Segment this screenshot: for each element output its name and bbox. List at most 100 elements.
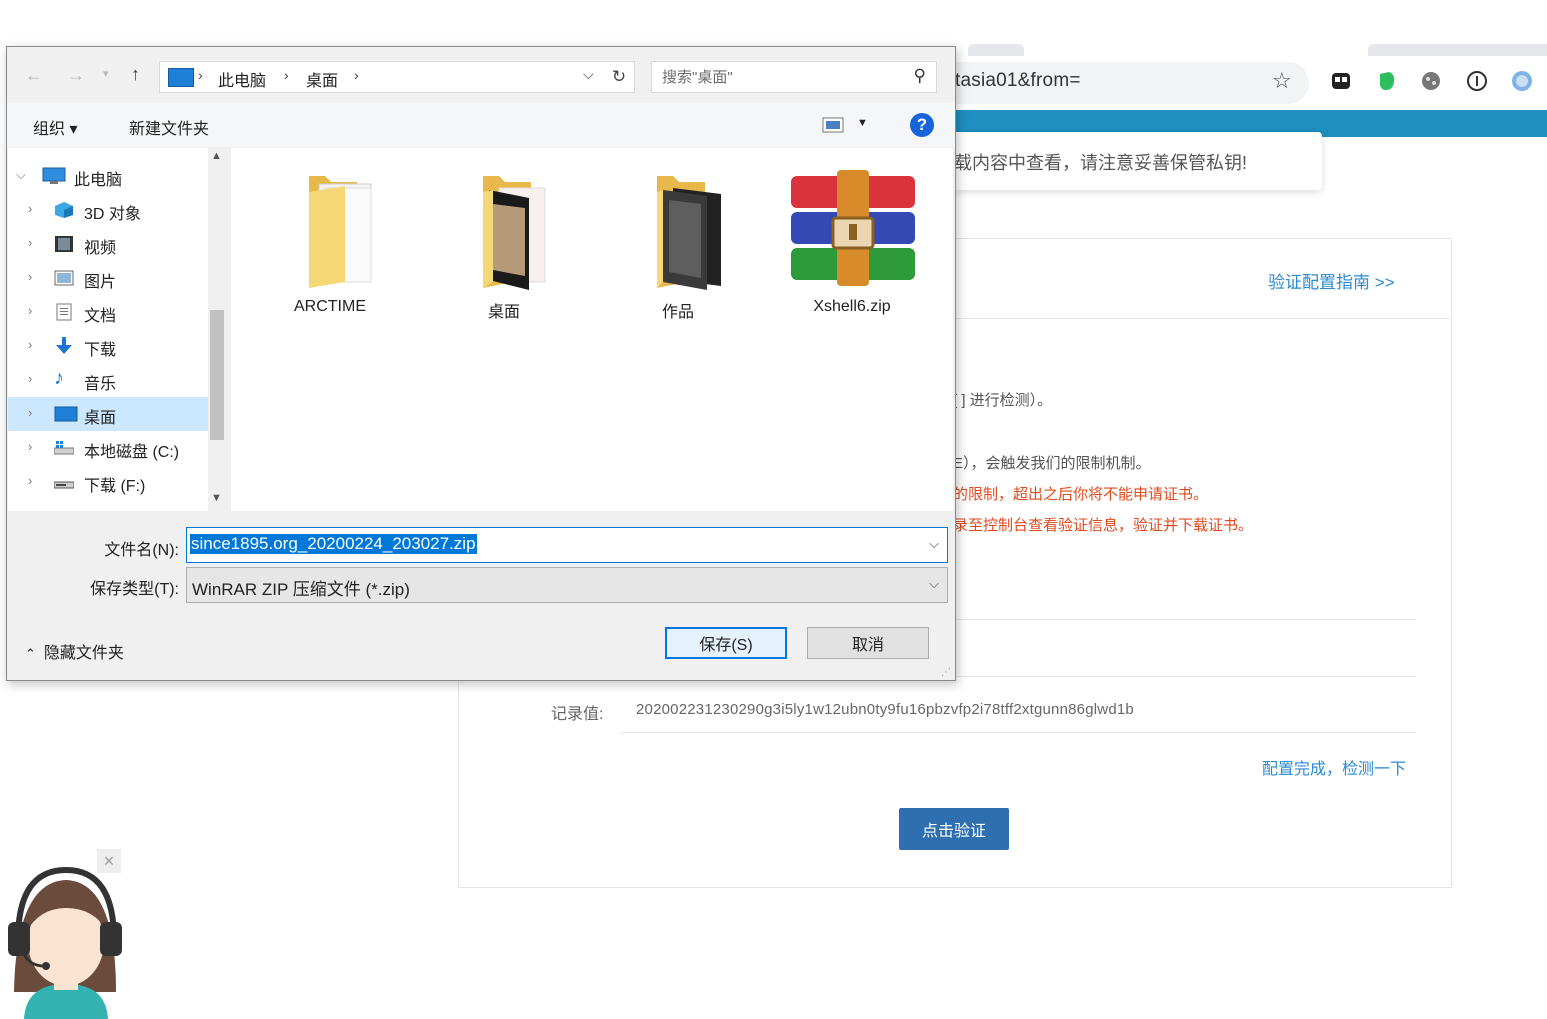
- config-done-check-link[interactable]: 配置完成，检测一下: [1262, 755, 1406, 779]
- tree-item-label: 音乐: [84, 376, 117, 393]
- file-item-xshell6-zip[interactable]: Xshell6.zip: [777, 162, 927, 315]
- forward-arrow-icon[interactable]: →: [67, 65, 85, 86]
- tree-item-label: 图片: [84, 274, 117, 291]
- drive-icon: [54, 481, 74, 489]
- browser-tab[interactable]: [968, 44, 1024, 56]
- tree-item-label: 桌面: [84, 410, 117, 427]
- tree-item-this-pc[interactable]: ⌵ 此电脑: [8, 159, 196, 193]
- extension-icon[interactable]: [1420, 70, 1442, 92]
- chevron-down-icon[interactable]: ⌵: [929, 576, 939, 592]
- computer-icon: [168, 68, 194, 87]
- file-item-desktop[interactable]: 桌面: [429, 162, 579, 321]
- tree-item-downloads[interactable]: › 下载: [8, 329, 208, 363]
- chevron-right-icon[interactable]: ›: [28, 473, 32, 488]
- tree-item-videos[interactable]: › 视频: [8, 227, 208, 261]
- tree-scrollbar[interactable]: ▲ ▼: [208, 148, 226, 511]
- warning-line: 录至控制台查看验证信息，验证并下载证书。: [953, 517, 1254, 534]
- toast-text: 下载内容中查看，请注意妥善保管私钥!: [936, 153, 1247, 173]
- tree-item-local-disk-c[interactable]: › 本地磁盘 (C:): [8, 431, 208, 465]
- save-as-dialog: ← → ▾ ↑ › 此电脑 › 桌面 › ⌵ ↻ ⚲ 组织 ▾ 新建文件夹 ▼ …: [6, 46, 956, 681]
- hide-folders-label: 隐藏文件夹: [43, 645, 124, 662]
- chevron-right-icon[interactable]: ›: [28, 371, 32, 386]
- chevron-right-icon[interactable]: ›: [28, 337, 32, 352]
- scroll-up-icon[interactable]: ▲: [211, 150, 222, 162]
- tree-item-label: 3D 对象: [84, 206, 141, 223]
- breadcrumb-desktop[interactable]: 桌面: [306, 67, 338, 91]
- tree-item-label: 视频: [84, 240, 117, 257]
- browser-tab[interactable]: [1368, 44, 1547, 56]
- refresh-icon[interactable]: ↻: [604, 61, 635, 93]
- computer-icon: [42, 167, 66, 184]
- evernote-icon[interactable]: [1375, 70, 1397, 92]
- extension-icon[interactable]: [1330, 70, 1352, 92]
- tree-item-pictures[interactable]: › 图片: [8, 261, 208, 295]
- chevron-right-icon[interactable]: ›: [28, 439, 32, 454]
- filetype-label: 保存类型(T):: [90, 581, 179, 598]
- save-button[interactable]: 保存(S): [665, 627, 787, 659]
- chevron-right-icon[interactable]: ›: [28, 405, 32, 420]
- tree-item-label: 下载 (F:): [84, 478, 146, 495]
- file-name: 作品: [661, 304, 694, 321]
- bookmark-star-icon[interactable]: ☆: [1272, 68, 1292, 94]
- search-icon[interactable]: ⚲: [914, 66, 926, 86]
- recent-locations-chevron-icon[interactable]: ▾: [103, 67, 109, 80]
- tree-item-3d-objects[interactable]: › 3D 对象: [8, 193, 208, 227]
- back-arrow-icon[interactable]: ←: [25, 65, 43, 86]
- scroll-down-icon[interactable]: ▼: [211, 492, 222, 504]
- profile-avatar-icon[interactable]: [1511, 70, 1533, 92]
- customer-service-avatar-icon[interactable]: [4, 862, 129, 1019]
- search-input[interactable]: [660, 66, 904, 88]
- tree-item-documents[interactable]: › 文档: [8, 295, 208, 329]
- filename-label: 文件名(N):: [104, 542, 179, 559]
- address-breadcrumb-bar[interactable]: › 此电脑 › 桌面 › ⌵: [159, 61, 605, 93]
- cancel-button[interactable]: 取消: [807, 627, 929, 659]
- address-bar-url[interactable]: tasia01&from=: [955, 70, 1081, 92]
- scrollbar-thumb[interactable]: [210, 310, 224, 440]
- filename-input-value[interactable]: since1895.org_20200224_203027.zip: [190, 534, 477, 554]
- chevron-up-icon: ⌃: [25, 646, 36, 661]
- hide-folders-toggle[interactable]: ⌃ 隐藏文件夹: [25, 639, 124, 663]
- filename-field[interactable]: since1895.org_20200224_203027.zip ⌵: [186, 527, 948, 563]
- breadcrumb-separator-icon[interactable]: ›: [198, 67, 203, 83]
- tree-item-label: 此电脑: [74, 172, 123, 189]
- file-item-arctime[interactable]: ARCTIME: [255, 162, 405, 315]
- new-folder-button[interactable]: 新建文件夹: [129, 115, 209, 139]
- notification-toast: 下载内容中查看，请注意妥善保管私钥!: [936, 132, 1322, 190]
- chevron-right-icon[interactable]: ›: [28, 201, 32, 216]
- document-icon: [56, 303, 72, 321]
- record-value-text: 202002231230290g3i5ly1w12ubn0ty9fu16pbzv…: [636, 701, 1134, 718]
- view-options-icon[interactable]: [822, 117, 844, 133]
- cube-3d-icon: [55, 202, 73, 218]
- up-arrow-icon[interactable]: ↑: [131, 64, 140, 85]
- verify-guide-link[interactable]: 验证配置指南 >>: [1268, 268, 1395, 293]
- chevron-right-icon[interactable]: ›: [28, 235, 32, 250]
- search-box[interactable]: ⚲: [651, 61, 937, 93]
- chevron-down-icon[interactable]: ⌵: [583, 66, 594, 83]
- tree-item-desktop[interactable]: › 桌面: [8, 397, 208, 431]
- tree-item-music[interactable]: › ♪ 音乐: [8, 363, 208, 397]
- breadcrumb-this-pc[interactable]: 此电脑: [218, 67, 266, 91]
- tree-item-drive-f[interactable]: › 下载 (F:): [8, 465, 208, 499]
- view-dropdown-chevron-icon[interactable]: ▼: [857, 117, 868, 129]
- winrar-archive-icon: [791, 170, 915, 286]
- folder-icon: [657, 176, 721, 290]
- chevron-right-icon[interactable]: ›: [28, 269, 32, 284]
- file-item-works[interactable]: 作品: [603, 162, 753, 321]
- music-icon: ♪: [54, 367, 64, 389]
- info-icon[interactable]: [1466, 70, 1488, 92]
- chevron-down-icon[interactable]: ⌵: [929, 536, 939, 552]
- chevron-right-icon[interactable]: ›: [28, 303, 32, 318]
- pictures-icon: [54, 270, 74, 286]
- filetype-select[interactable]: WinRAR ZIP 压缩文件 (*.zip) ⌵: [186, 567, 948, 603]
- resize-grip-icon[interactable]: ⋰: [941, 667, 951, 678]
- verify-button[interactable]: 点击验证: [899, 808, 1009, 850]
- command-bar: 组织 ▾ 新建文件夹 ▼ ?: [7, 103, 955, 147]
- organize-menu-button[interactable]: 组织 ▾: [33, 115, 77, 139]
- help-icon[interactable]: ?: [910, 113, 934, 137]
- tree-item-label: 下载: [84, 342, 117, 359]
- breadcrumb-separator-icon[interactable]: ›: [284, 67, 289, 83]
- save-options-panel: 文件名(N): since1895.org_20200224_203027.zi…: [7, 511, 955, 680]
- chevron-down-icon[interactable]: ⌵: [16, 167, 26, 183]
- breadcrumb-separator-icon[interactable]: ›: [354, 67, 359, 83]
- tree-item-label: 本地磁盘 (C:): [84, 444, 180, 461]
